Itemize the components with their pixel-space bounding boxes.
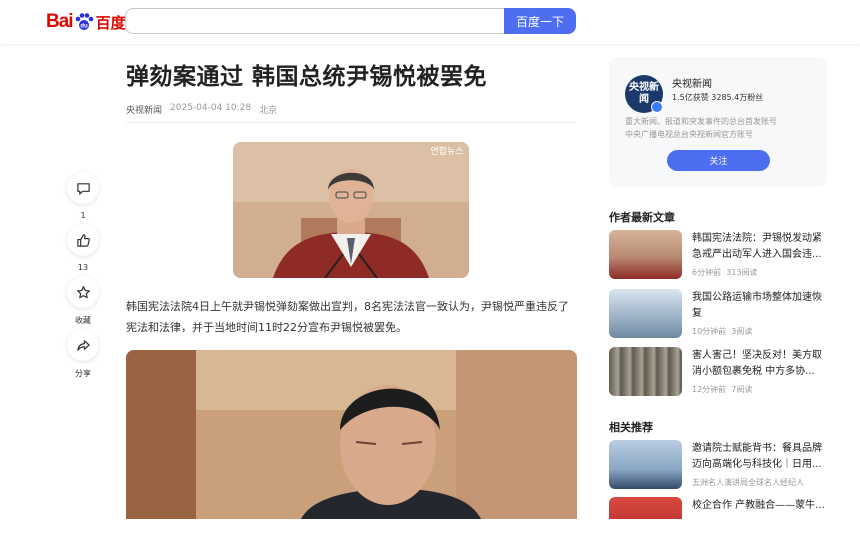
article-paragraph: 韩国宪法法院4日上午就尹锡悦弹劾案做出宣判，8名宪法法官一致认为，尹锡悦严重违反… bbox=[126, 300, 569, 334]
judge-illustration: 연합뉴스 bbox=[233, 142, 469, 278]
related-heading: 相关推荐 bbox=[609, 421, 653, 434]
article-meta: 央视新闻 2025-04-04 10:28 北京 bbox=[126, 103, 277, 116]
article-item-meta: 五洲名人演讲局全球名人经纪人 bbox=[692, 478, 804, 487]
item-time: 6分钟前 bbox=[692, 268, 722, 277]
article-link-title[interactable]: 害人害己！坚决反对！美方取消小额包裹免税 中方多协... bbox=[692, 348, 829, 380]
article-item-meta: 6分钟前 313阅读 bbox=[692, 267, 757, 278]
verified-icon bbox=[651, 101, 663, 113]
thumbs-up-icon bbox=[76, 233, 90, 247]
author-latest-heading: 作者最新文章 bbox=[609, 211, 675, 224]
article-thumbnail[interactable] bbox=[609, 289, 682, 338]
like-count: 13 bbox=[77, 263, 89, 272]
article-location: 北京 bbox=[259, 106, 278, 116]
top-bar: Bai du 百度 百度一下 bbox=[0, 0, 860, 44]
author-name[interactable]: 央视新闻 bbox=[672, 75, 712, 90]
article-item-meta: 12分钟前 7阅读 bbox=[692, 384, 752, 395]
favorite-action[interactable]: 收藏 bbox=[66, 276, 100, 326]
share-action[interactable]: 分享 bbox=[66, 329, 100, 379]
image-watermark: 연합뉴스 bbox=[430, 146, 463, 157]
search-button[interactable]: 百度一下 bbox=[504, 8, 576, 34]
article-thumbnail[interactable] bbox=[609, 347, 682, 396]
article-thumbnail[interactable] bbox=[609, 497, 682, 519]
item-reads: 7阅读 bbox=[731, 385, 753, 394]
item-reads: 3阅读 bbox=[731, 327, 753, 336]
article-source[interactable]: 央视新闻 bbox=[126, 103, 162, 116]
share-button[interactable] bbox=[67, 329, 99, 361]
author-stats: 1.5亿获赞 3285.4万粉丝 bbox=[672, 93, 764, 102]
author-card: 央视新闻 央视新闻 1.5亿获赞 3285.4万粉丝 重大新闻、报道和突发事件的… bbox=[609, 57, 827, 187]
list-item[interactable]: 我国公路运输市场整体加速恢复 10分钟前 3阅读 bbox=[609, 289, 829, 341]
favorite-button[interactable] bbox=[67, 276, 99, 308]
author-desc-line1: 重大新闻、报道和突发事件的总台首发账号 bbox=[625, 117, 777, 126]
portrait-illustration bbox=[126, 350, 577, 519]
article-item-meta: 10分钟前 3阅读 bbox=[692, 326, 752, 337]
article-title: 弹劾案通过 韩国总统尹锡悦被罢免 bbox=[126, 64, 488, 90]
list-item[interactable]: 邀请院士赋能背书：餐具品牌迈向高端化与科技化｜日用... 五洲名人演讲局全球名人… bbox=[609, 440, 829, 492]
comment-action[interactable]: 1 bbox=[66, 172, 100, 220]
item-time: 10分钟前 bbox=[692, 327, 727, 336]
divider bbox=[126, 122, 576, 123]
article-link-title[interactable]: 邀请院士赋能背书：餐具品牌迈向高端化与科技化｜日用... bbox=[692, 441, 829, 473]
like-action[interactable]: 13 bbox=[66, 224, 100, 272]
article-link-title[interactable]: 校企合作 产教融合——蒙牛... bbox=[692, 498, 829, 514]
search-input[interactable] bbox=[125, 8, 505, 34]
article-link-title[interactable]: 韩国宪法法院：尹锡悦发动紧急戒严出动军人进入国会违... bbox=[692, 231, 829, 263]
logo-text-bai: Bai bbox=[46, 11, 74, 32]
item-reads: 313阅读 bbox=[726, 268, 758, 277]
comment-count: 1 bbox=[80, 211, 86, 220]
article-image-portrait[interactable] bbox=[126, 350, 577, 519]
author-desc-line2: 中央广播电视总台央视新闻官方账号 bbox=[625, 130, 753, 139]
article-thumbnail[interactable] bbox=[609, 440, 682, 489]
like-button[interactable] bbox=[67, 224, 99, 256]
article-image-judge[interactable]: 연합뉴스 bbox=[233, 142, 469, 278]
article-date: 2025-04-04 10:28 bbox=[170, 103, 252, 113]
baidu-logo[interactable]: Bai du 百度 bbox=[46, 9, 126, 35]
article-link-title[interactable]: 我国公路运输市场整体加速恢复 bbox=[692, 290, 829, 322]
favorite-label: 收藏 bbox=[75, 316, 91, 325]
share-icon bbox=[76, 339, 90, 351]
follow-button[interactable]: 关注 bbox=[667, 150, 770, 171]
comment-icon bbox=[76, 182, 90, 195]
paw-icon: du bbox=[74, 12, 94, 32]
list-item[interactable]: 韩国宪法法院：尹锡悦发动紧急戒严出动军人进入国会违... 6分钟前 313阅读 bbox=[609, 230, 829, 282]
comment-button[interactable] bbox=[67, 172, 99, 204]
list-item[interactable]: 校企合作 产教融合——蒙牛... bbox=[609, 497, 829, 549]
logo-text-du: 百度 bbox=[95, 14, 126, 32]
author-description: 重大新闻、报道和突发事件的总台首发账号 中央广播电视总台央视新闻官方账号 bbox=[625, 115, 815, 141]
svg-text:du: du bbox=[80, 24, 88, 30]
article-thumbnail[interactable] bbox=[609, 230, 682, 279]
star-icon bbox=[76, 285, 90, 298]
list-item[interactable]: 害人害己！坚决反对！美方取消小额包裹免税 中方多协... 12分钟前 7阅读 bbox=[609, 347, 829, 399]
share-label: 分享 bbox=[75, 369, 91, 378]
item-time: 12分钟前 bbox=[692, 385, 727, 394]
